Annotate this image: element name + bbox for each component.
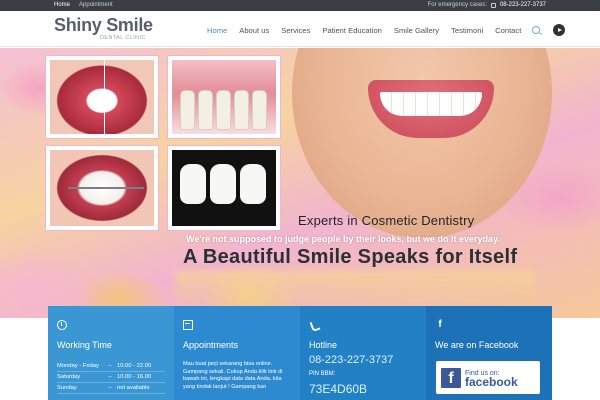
- facebook-button[interactable]: f Find us on: facebook: [436, 361, 540, 394]
- hours: not available: [117, 385, 150, 391]
- top-links: Home Appointment: [54, 2, 113, 8]
- smile-teeth-image: [380, 92, 482, 116]
- info-boxes: Working Time Monday - Friday – 10.00 - 2…: [48, 306, 552, 400]
- implant-tooth: [216, 90, 231, 130]
- hours: 10.00 - 22.00: [117, 363, 152, 369]
- separator: –: [108, 374, 112, 380]
- phone-icon: [490, 2, 496, 8]
- water-reflection: [175, 270, 535, 304]
- phone-icon: [309, 320, 319, 330]
- nav-item-about-us[interactable]: About us: [239, 26, 269, 35]
- appointments-title: Appointments: [183, 340, 239, 350]
- veneer: [210, 164, 236, 204]
- day: Saturday: [57, 374, 81, 380]
- logo-name: Shiny Smile: [54, 15, 153, 35]
- veneer: [180, 164, 206, 204]
- split-line: [104, 60, 105, 134]
- top-link-appointment[interactable]: Appointment: [79, 2, 113, 8]
- implant-tooth: [234, 90, 249, 130]
- facebook-title: We are on Facebook: [435, 340, 519, 350]
- facebook-box: f We are on Facebook f Find us on: faceb…: [426, 306, 552, 400]
- facebook-icon: f: [438, 319, 442, 330]
- appointments-text: Mau buat janji sekarang bisa online. Gam…: [183, 361, 283, 390]
- hero-slider: Experts in Cosmetic Dentistry We're not …: [0, 48, 600, 318]
- logo[interactable]: Shiny Smile DENTAL CLINIC: [54, 15, 153, 41]
- implant-tooth: [252, 90, 267, 130]
- hotline-title: Hotline: [309, 340, 338, 350]
- working-time-title: Working Time: [57, 340, 112, 350]
- hours: 10.00 - 16.00: [117, 374, 152, 380]
- working-hours-list: Monday - Friday – 10.00 - 22.00 Saturday…: [57, 361, 165, 394]
- veneer: [240, 164, 266, 204]
- list-item: Saturday – 10.00 - 16.00: [57, 372, 165, 383]
- list-item: Sunday – not available: [57, 383, 165, 394]
- veneers-image: [168, 146, 280, 230]
- pin-label: PIN BBM:: [309, 371, 336, 377]
- nav-item-services[interactable]: Services: [281, 26, 310, 35]
- emergency-contact: For emergency cases: 08-223-227-3737: [428, 2, 546, 8]
- hero-headline: A Beautiful Smile Speaks for Itself: [183, 246, 518, 268]
- separator: –: [108, 385, 112, 391]
- header: Shiny Smile DENTAL CLINIC Home About us …: [0, 11, 600, 47]
- separator: –: [108, 363, 112, 369]
- braces-image: [46, 146, 158, 230]
- smiling-face-image: [292, 48, 552, 238]
- search-icon[interactable]: [532, 26, 541, 34]
- dental-implant-image: [168, 56, 280, 138]
- before-after-whitening-image: [46, 56, 158, 138]
- braces-wire: [68, 187, 144, 189]
- play-icon[interactable]: [553, 24, 566, 36]
- appointments-box: Appointments Mau buat janji sekarang bis…: [174, 306, 300, 400]
- nav-item-testimoni[interactable]: Testimoni: [451, 26, 483, 35]
- implant-tooth: [180, 90, 195, 130]
- logo-tagline: DENTAL CLINIC: [100, 35, 146, 41]
- emergency-label: For emergency cases:: [427, 2, 487, 8]
- top-bar: Home Appointment For emergency cases: 08…: [0, 0, 600, 11]
- list-item: Monday - Friday – 10.00 - 22.00: [57, 361, 165, 372]
- facebook-wordmark: facebook: [465, 374, 518, 389]
- working-time-box: Working Time Monday - Friday – 10.00 - 2…: [48, 306, 174, 400]
- implant-tooth: [198, 90, 213, 130]
- day: Sunday: [57, 385, 77, 391]
- hotline-phone[interactable]: 08-223-227-3737: [309, 354, 393, 366]
- day: Monday - Friday: [57, 363, 99, 369]
- facebook-button-text: Find us on: facebook: [465, 369, 518, 389]
- main-nav: Home About us Services Patient Education…: [207, 24, 566, 36]
- emergency-phone[interactable]: 08-223-227-3737: [500, 2, 546, 8]
- hero-subline: We're not supposed to judge people by th…: [186, 234, 500, 244]
- nav-item-smile-gallery[interactable]: Smile Gallery: [394, 26, 439, 35]
- nav-item-patient-education[interactable]: Patient Education: [322, 26, 382, 35]
- calendar-icon: [183, 320, 193, 330]
- hero-experts-text: Experts in Cosmetic Dentistry: [298, 213, 475, 228]
- hotline-box: Hotline 08-223-227-3737 PIN BBM: 73E4D60…: [300, 306, 426, 400]
- clock-icon: [57, 320, 67, 330]
- nav-item-contact[interactable]: Contact: [495, 26, 521, 35]
- top-link-home[interactable]: Home: [54, 2, 70, 8]
- facebook-logo-icon: f: [441, 367, 461, 388]
- pin-value: 73E4D60B: [309, 382, 368, 396]
- nav-item-home[interactable]: Home: [207, 26, 227, 35]
